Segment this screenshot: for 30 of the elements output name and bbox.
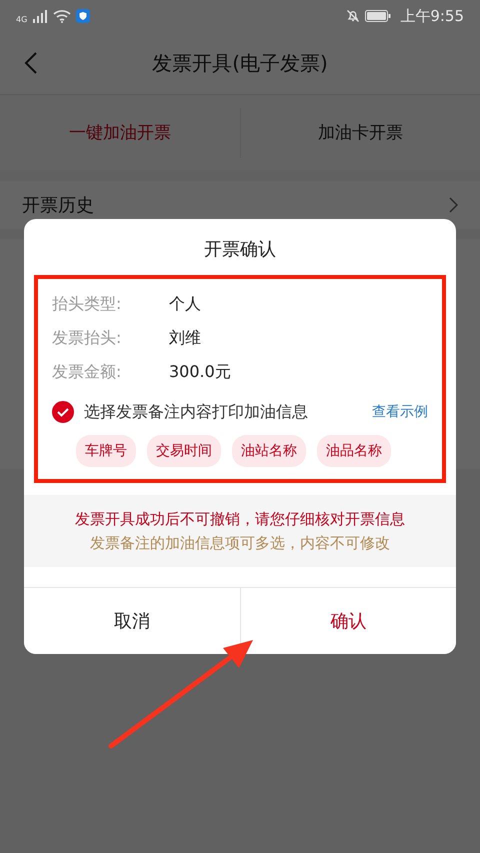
battery-icon (365, 10, 392, 22)
tab[interactable]: 加油卡开票 (240, 108, 480, 158)
field-value: 个人 (169, 294, 201, 314)
field-label: 抬头类型: (52, 294, 122, 314)
chevron-right-icon (449, 197, 458, 213)
tab[interactable]: 一键加油开票 (0, 108, 240, 158)
wifi-icon (53, 9, 72, 23)
field-label: 发票抬头: (52, 328, 122, 348)
network-label: 4G (16, 14, 28, 24)
field-value: 300.0元 (169, 362, 231, 382)
signal-icon (32, 9, 48, 23)
shield-icon (76, 9, 90, 23)
history-label: 开票历史 (22, 194, 94, 217)
note-text: 发票备注的加油信息项可多选，内容不可修改 (89, 533, 391, 554)
dialog-title: 开票确认 (203, 238, 277, 262)
clock-time: 上午9:55 (400, 6, 464, 26)
info-tag[interactable]: 油品名称 (317, 435, 391, 467)
back-icon[interactable] (24, 51, 38, 75)
info-tag[interactable]: 车牌号 (76, 435, 136, 467)
confirm-button[interactable]: 确认 (240, 588, 456, 654)
page-title: 发票开具(电子发票) (152, 50, 328, 76)
field-label: 发票金额: (52, 362, 122, 382)
checkbox[interactable] (52, 401, 74, 423)
bell-muted-icon (346, 9, 360, 23)
info-tag[interactable]: 交易时间 (147, 435, 221, 467)
example-link[interactable]: 查看示例 (372, 403, 428, 421)
warning-text: 发票开具成功后不可撤销，请您仔细核对开票信息 (74, 509, 406, 530)
field-value: 刘维 (169, 328, 201, 348)
info-tag[interactable]: 油站名称 (232, 435, 306, 467)
remark-label: 选择发票备注内容打印加油信息 (84, 402, 309, 422)
